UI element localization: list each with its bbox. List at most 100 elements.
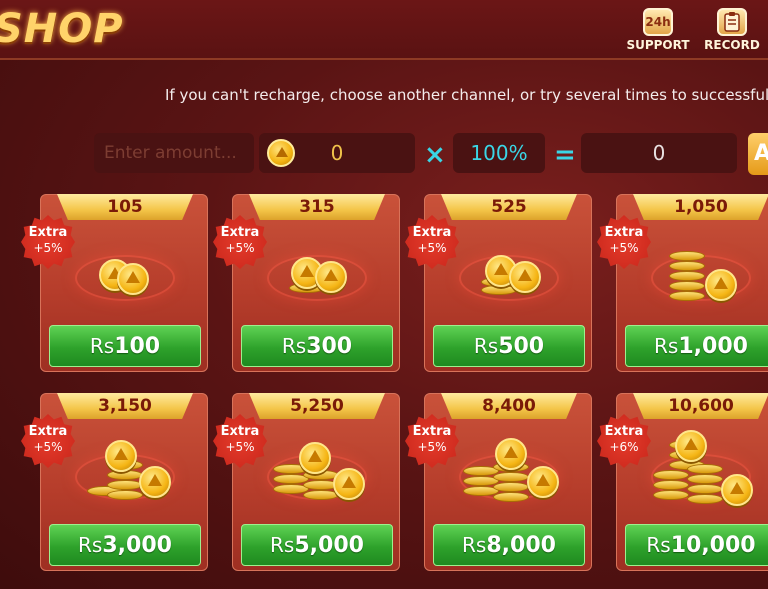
extra-label: Extra — [220, 424, 260, 439]
extra-percent: +5% — [417, 241, 447, 255]
price-button[interactable]: Rs500 — [433, 325, 585, 367]
confirm-button[interactable]: A — [748, 133, 768, 175]
recharge-notice: If you can't recharge, choose another ch… — [165, 86, 768, 104]
extra-bonus-badge: Extra +5% — [21, 215, 75, 269]
coin-stack — [493, 482, 529, 492]
extra-bonus-badge: Extra +6% — [597, 414, 651, 468]
gold-coin-icon — [267, 139, 295, 167]
price-button[interactable]: Rs3,000 — [49, 524, 201, 566]
package-card[interactable]: 5,250 Extra +5% Rs5,000 — [213, 393, 400, 571]
package-card[interactable]: 3,150 Extra +5% Rs3,000 — [21, 393, 208, 571]
shop-header: SHOP 24h SUPPORT RECORD — [0, 0, 768, 60]
extra-label: Extra — [412, 424, 452, 439]
coin-amount: 105 — [57, 194, 193, 220]
price-value: 1,000 — [678, 334, 748, 359]
price-value: 10,000 — [670, 533, 756, 558]
extra-bonus-badge: Extra +5% — [405, 215, 459, 269]
record-button[interactable]: RECORD — [700, 8, 764, 56]
coin-stack — [107, 490, 143, 500]
extra-bonus-badge: Extra +5% — [213, 215, 267, 269]
extra-percent: +5% — [225, 440, 255, 454]
price-button[interactable]: Rs5,000 — [241, 524, 393, 566]
extra-percent: +5% — [417, 440, 447, 454]
coin-stack — [107, 480, 143, 490]
page-title: SHOP — [0, 6, 124, 52]
price-value: 3,000 — [102, 533, 172, 558]
gold-coin-icon — [139, 466, 171, 498]
extra-percent: +6% — [609, 440, 639, 454]
extra-bonus-badge: Extra +5% — [597, 215, 651, 269]
package-card[interactable]: 1,050 Extra +5% Rs1,000 — [597, 194, 768, 372]
package-card[interactable]: 105 Extra +5% Rs100 — [21, 194, 208, 372]
price-button[interactable]: Rs1,000 — [625, 325, 768, 367]
gold-coin-icon — [315, 261, 347, 293]
currency-prefix: Rs — [462, 533, 487, 557]
equals-sign: = — [554, 140, 576, 170]
extra-label: Extra — [604, 225, 644, 240]
package-card[interactable]: 525 Extra +5% Rs500 — [405, 194, 592, 372]
coin-amount: 1,050 — [633, 194, 768, 220]
price-button[interactable]: Rs300 — [241, 325, 393, 367]
support-24h-icon: 24h — [643, 8, 673, 36]
coin-amount: 8,400 — [441, 393, 577, 419]
coin-stack — [107, 470, 143, 480]
coin-stack — [687, 484, 723, 494]
extra-percent: +5% — [225, 241, 255, 255]
extra-label: Extra — [220, 225, 260, 240]
result-value: 0 — [652, 141, 666, 165]
price-value: 500 — [498, 334, 545, 359]
result-value-box: 0 — [581, 133, 737, 173]
package-card[interactable]: 8,400 Extra +5% Rs8,000 — [405, 393, 592, 571]
extra-label: Extra — [412, 225, 452, 240]
extra-label: Extra — [28, 225, 68, 240]
price-button[interactable]: Rs8,000 — [433, 524, 585, 566]
coin-stack — [493, 472, 529, 482]
currency-prefix: Rs — [646, 533, 671, 557]
coin-stack — [669, 261, 705, 271]
gold-coin-icon — [705, 269, 737, 301]
record-clipboard-icon — [717, 8, 747, 36]
coin-stack — [653, 490, 689, 500]
support-button[interactable]: 24h SUPPORT — [626, 8, 690, 56]
coin-stack — [303, 490, 339, 500]
extra-bonus-badge: Extra +5% — [21, 414, 75, 468]
package-card[interactable]: 315 Extra +5% Rs300 — [213, 194, 400, 372]
package-card[interactable]: 10,600 Extra +6% Rs10,000 — [597, 393, 768, 571]
coin-stack — [669, 291, 705, 301]
currency-prefix: Rs — [654, 334, 679, 358]
coin-stack — [687, 464, 723, 474]
coin-value-box: 0 — [259, 133, 415, 173]
coin-stack — [669, 251, 705, 261]
currency-prefix: Rs — [281, 334, 307, 358]
gold-coin-icon — [299, 442, 331, 474]
coin-stack — [493, 492, 529, 502]
extra-bonus-badge: Extra +5% — [213, 414, 267, 468]
gold-coin-icon — [105, 440, 137, 472]
currency-prefix: Rs — [78, 533, 103, 557]
gold-coin-icon — [509, 261, 541, 293]
currency-prefix: Rs — [270, 533, 295, 557]
price-value: 100 — [114, 334, 161, 359]
gold-coin-icon — [333, 468, 365, 500]
support-label: SUPPORT — [626, 38, 690, 52]
coin-stack — [669, 271, 705, 281]
price-button[interactable]: Rs10,000 — [625, 524, 768, 566]
price-value: 8,000 — [486, 533, 556, 558]
coin-stack — [687, 474, 723, 484]
extra-percent: +5% — [33, 440, 63, 454]
coin-amount: 5,250 — [249, 393, 385, 419]
extra-percent: +5% — [33, 241, 63, 255]
extra-label: Extra — [604, 424, 644, 439]
coin-value: 0 — [330, 141, 344, 165]
coin-amount: 3,150 — [57, 393, 193, 419]
amount-input[interactable] — [94, 133, 254, 173]
gold-coin-icon — [675, 430, 707, 462]
gold-coin-icon — [721, 474, 753, 506]
coin-stack — [669, 281, 705, 291]
coin-stack — [687, 494, 723, 504]
currency-prefix: Rs — [473, 334, 499, 358]
extra-bonus-badge: Extra +5% — [405, 414, 459, 468]
bonus-percent: 100% — [470, 141, 528, 165]
price-button[interactable]: Rs100 — [49, 325, 201, 367]
coin-stack — [653, 480, 689, 490]
